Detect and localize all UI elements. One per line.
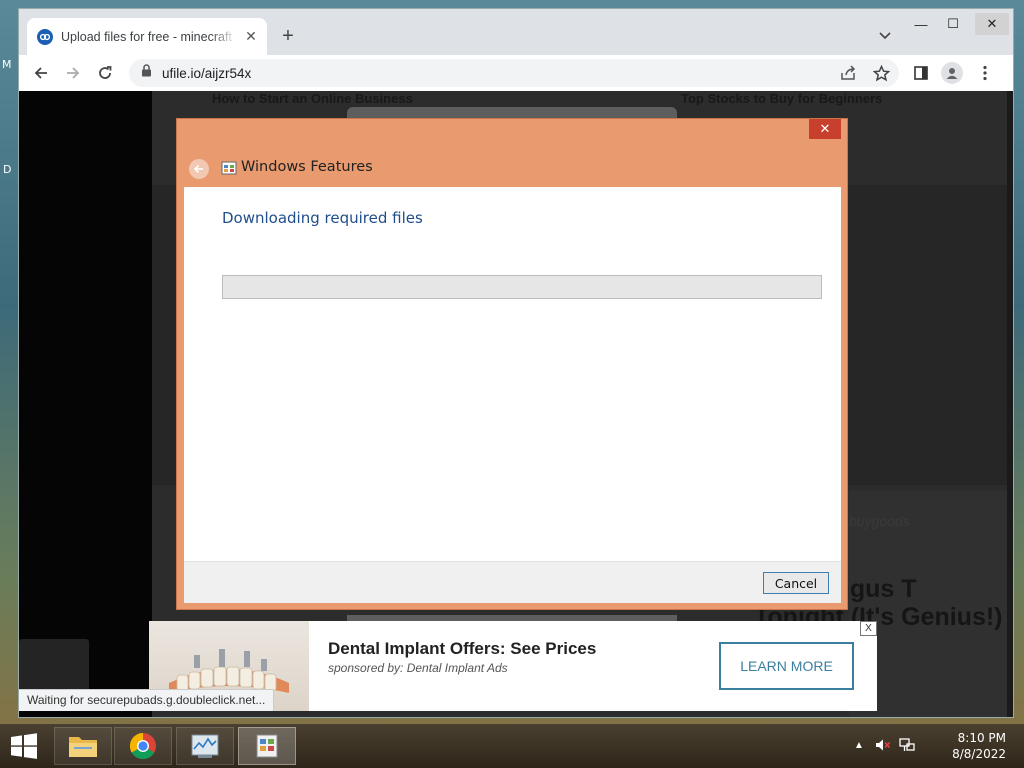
maximize-button[interactable]: ☐ [937,13,969,35]
forward-arrow-icon[interactable] [61,61,85,85]
menu-dots-icon[interactable] [975,63,995,83]
clock-date: 8/8/2022 [952,747,1006,761]
start-button[interactable] [0,724,48,768]
share-icon[interactable] [839,63,859,83]
ad-close-icon[interactable]: X [860,621,877,636]
tab-close-icon[interactable]: ✕ [243,28,259,44]
lock-icon[interactable] [141,64,152,82]
volume-muted-icon[interactable] [874,736,892,754]
bookmark-star-icon[interactable] [871,63,891,83]
chrome-icon [129,732,156,760]
taskbar-windows-features[interactable] [238,727,296,765]
url-text: ufile.io/aijzr54x [162,65,252,81]
dialog-heading: Downloading required files [222,209,423,227]
dialog-close-button[interactable]: ✕ [809,119,841,139]
windows-features-app-icon [221,160,237,176]
ad-sponsor: sponsored by: Dental Implant Ads [328,661,508,675]
back-arrow-icon[interactable] [189,159,209,179]
ufile-favicon-icon [37,28,53,45]
taskbar-chrome[interactable] [114,727,172,765]
desktop-edge-label: M [2,58,12,71]
taskbar: ▲ 8:10 PM 8/8/2022 [0,724,1024,768]
dialog-footer: Cancel [184,561,841,603]
dialog-body: Downloading required files [184,187,841,561]
new-tab-button[interactable]: + [277,25,299,47]
address-bar[interactable]: ufile.io/aijzr54x [129,59,899,87]
ad-title[interactable]: Dental Implant Offers: See Prices [328,639,596,659]
page-article-link[interactable]: Top Stocks to Buy for Beginners [681,91,882,106]
task-manager-icon [191,734,219,758]
taskbar-file-explorer[interactable] [54,727,112,765]
page-brand-label: buygoods [849,513,910,529]
minimize-button[interactable]: — [905,13,937,35]
learn-more-button[interactable]: LEARN MORE [719,642,854,690]
desktop-edge-label: D [3,163,12,176]
reload-icon[interactable] [93,61,117,85]
back-arrow-icon[interactable] [29,61,53,85]
tab-search-chevron-icon[interactable] [877,27,893,43]
window-close-button[interactable]: ✕ [975,13,1009,35]
windows-features-dialog: ✕ Windows Features Downloading required … [176,118,848,610]
windows-logo-icon [11,733,37,759]
clock-time: 8:10 PM [957,731,1006,745]
taskbar-clock[interactable]: 8:10 PM 8/8/2022 [952,730,1006,762]
tab-title: Upload files for free - minecraft [61,29,232,44]
page-article-link[interactable]: How to Start an Online Business [212,91,413,106]
taskbar-task-manager[interactable] [176,727,234,765]
tray-overflow-icon[interactable]: ▲ [850,736,868,754]
side-panel-icon[interactable] [911,63,931,83]
status-bubble: Waiting for securepubads.g.doubleclick.n… [19,689,275,711]
dialog-title: Windows Features [241,159,373,175]
browser-toolbar: ufile.io/aijzr54x [19,55,1013,91]
tab-strip: Upload files for free - minecraft ✕ + — … [19,9,1013,55]
folder-icon [69,737,97,757]
browser-tab[interactable]: Upload files for free - minecraft ✕ [27,18,267,55]
profile-avatar-icon[interactable] [941,62,963,84]
cancel-button[interactable]: Cancel [763,572,829,594]
download-progress-bar [222,275,822,299]
network-icon[interactable] [898,736,916,754]
windows-features-icon [256,734,278,758]
